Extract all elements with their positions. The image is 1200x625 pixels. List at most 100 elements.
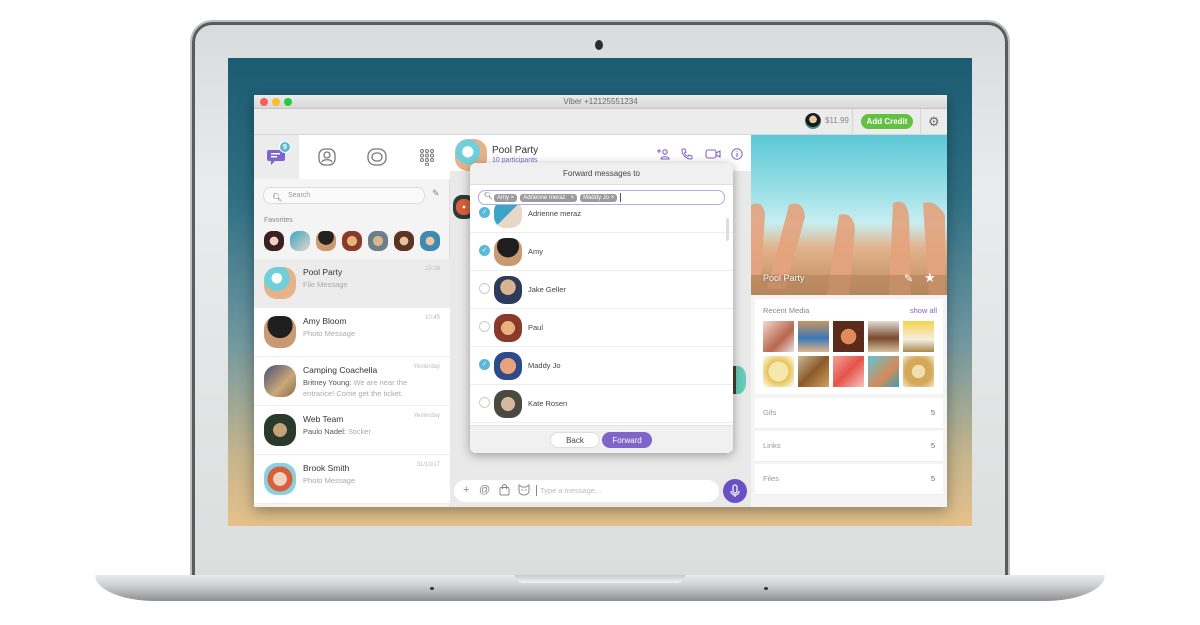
tab-public-chats[interactable] bbox=[354, 135, 399, 179]
back-button[interactable]: Back bbox=[550, 432, 600, 448]
close-window-button[interactable] bbox=[260, 98, 268, 106]
media-thumbnail[interactable] bbox=[833, 321, 864, 352]
chip-label: Adrienne meraz bbox=[523, 194, 566, 201]
media-thumbnail[interactable] bbox=[833, 356, 864, 387]
laptop-foot bbox=[430, 587, 434, 590]
stat-label: Gifs bbox=[763, 408, 777, 417]
checkbox-checked[interactable]: ✓ bbox=[479, 359, 490, 370]
webcam bbox=[595, 40, 603, 50]
laptop-notch bbox=[515, 575, 685, 583]
search-input[interactable]: 🔍︎ Search bbox=[263, 187, 425, 204]
chat-list-item[interactable]: Brook Smith Photo Message 31/10/17 bbox=[254, 455, 450, 504]
shopping-bag-icon[interactable] bbox=[499, 484, 510, 496]
plus-icon[interactable]: + bbox=[463, 484, 469, 497]
remove-chip-icon[interactable]: × bbox=[511, 195, 515, 201]
recipient-chip[interactable]: Maddy Jo × bbox=[580, 193, 618, 202]
stat-count: 5 bbox=[930, 441, 935, 450]
recipients-input[interactable]: 🔍︎ Amy × Adrienne meraz × Maddy Jo × bbox=[478, 190, 725, 205]
group-name: Pool Party bbox=[763, 273, 805, 283]
mention-icon[interactable]: @ bbox=[479, 484, 490, 497]
media-thumbnail[interactable] bbox=[798, 321, 829, 352]
tab-more[interactable] bbox=[404, 135, 449, 179]
microphone-button[interactable] bbox=[723, 479, 747, 503]
tab-chats[interactable]: 9 bbox=[254, 135, 299, 179]
chat-time: Yesterday bbox=[413, 364, 440, 370]
contact-avatar bbox=[494, 314, 522, 342]
favorite-contact[interactable] bbox=[368, 231, 388, 251]
checkbox-checked[interactable]: ✓ bbox=[479, 245, 490, 256]
chat-name: Amy Bloom bbox=[303, 316, 347, 326]
contact-row[interactable]: Kate Rosen bbox=[470, 385, 733, 423]
checkbox[interactable] bbox=[479, 397, 490, 408]
minimize-window-button[interactable] bbox=[272, 98, 280, 106]
gear-icon[interactable]: ⚙ bbox=[928, 114, 940, 129]
tab-contacts[interactable] bbox=[304, 135, 349, 179]
checkbox-checked[interactable]: ✓ bbox=[479, 207, 490, 218]
contact-row[interactable]: ✓ Adrienne meraz bbox=[470, 205, 733, 233]
favorite-contact[interactable] bbox=[420, 231, 440, 251]
video-call-icon[interactable] bbox=[705, 148, 721, 160]
compose-icon[interactable]: ✎ bbox=[432, 188, 440, 199]
contact-avatar bbox=[494, 276, 522, 304]
media-thumbnail[interactable] bbox=[868, 356, 899, 387]
favorite-contact[interactable] bbox=[316, 231, 336, 251]
chat-list-item[interactable]: Amy Bloom Photo Message 10:45 bbox=[254, 308, 450, 357]
contact-row[interactable]: ✓ Amy bbox=[470, 233, 733, 271]
info-icon[interactable] bbox=[731, 148, 743, 160]
chat-time: 10:45 bbox=[424, 315, 440, 321]
microphone-icon bbox=[730, 484, 740, 497]
chat-name: Web Team bbox=[303, 414, 344, 424]
recipient-chip[interactable]: Amy × bbox=[494, 193, 518, 202]
media-thumbnail[interactable] bbox=[798, 356, 829, 387]
recent-media-card: Recent Media show all bbox=[755, 299, 943, 394]
info-panel: Pool Party ✎ ★ Recent Media show all Gif… bbox=[751, 135, 947, 507]
chat-preview: Paulo Nadel: Sticker bbox=[303, 426, 428, 437]
user-avatar[interactable] bbox=[805, 113, 821, 129]
favorite-contact[interactable] bbox=[394, 231, 414, 251]
contact-name: Adrienne meraz bbox=[528, 209, 581, 218]
files-row[interactable]: Files 5 bbox=[755, 464, 943, 495]
message-composer[interactable]: + @ Type a message... bbox=[454, 480, 719, 502]
media-thumbnail[interactable] bbox=[903, 356, 934, 387]
forward-button[interactable]: Forward bbox=[602, 432, 652, 448]
media-thumbnail[interactable] bbox=[903, 321, 934, 352]
chat-time: 31/10/17 bbox=[416, 462, 440, 468]
recipient-chip[interactable]: Adrienne meraz × bbox=[520, 193, 578, 202]
contact-row[interactable]: Jake Geller bbox=[470, 271, 733, 309]
chat-list-item[interactable]: Web Team Paulo Nadel: Sticker Yesterday bbox=[254, 406, 450, 455]
remove-chip-icon[interactable]: × bbox=[571, 195, 575, 201]
gifs-row[interactable]: Gifs 5 bbox=[755, 398, 943, 429]
credit-balance: $11.99 bbox=[825, 116, 849, 125]
links-row[interactable]: Links 5 bbox=[755, 431, 943, 462]
media-thumbnail[interactable] bbox=[763, 321, 794, 352]
contact-row[interactable]: Paul bbox=[470, 309, 733, 347]
chat-time: 15:16 bbox=[424, 266, 440, 272]
media-thumbnail[interactable] bbox=[868, 321, 899, 352]
remove-chip-icon[interactable]: × bbox=[611, 195, 615, 201]
checkbox[interactable] bbox=[479, 321, 490, 332]
dialog-title: Forward messages to bbox=[470, 163, 733, 185]
chat-list-item[interactable]: Camping Coachella Britney Young: We are … bbox=[254, 357, 450, 406]
chat-preview: Photo Message bbox=[303, 476, 356, 485]
favorite-contact[interactable] bbox=[290, 231, 310, 251]
add-participant-icon[interactable] bbox=[656, 148, 670, 160]
add-credit-button[interactable]: Add Credit bbox=[861, 114, 913, 129]
contact-list-scrollbar[interactable] bbox=[726, 218, 729, 241]
favorite-contact[interactable] bbox=[342, 231, 362, 251]
message-input[interactable]: Type a message... bbox=[536, 485, 601, 496]
sticker-icon[interactable] bbox=[517, 484, 531, 496]
conversation-title: Pool Party bbox=[492, 145, 539, 156]
contact-name: Maddy Jo bbox=[528, 361, 561, 370]
edit-pencil-icon[interactable]: ✎ bbox=[904, 272, 913, 285]
contact-row[interactable]: ✓ Maddy Jo bbox=[470, 347, 733, 385]
chat-list-item[interactable]: Pool Party File Message 15:16 bbox=[254, 259, 450, 308]
favorite-contact[interactable] bbox=[264, 231, 284, 251]
cover-feet-illustration bbox=[751, 201, 947, 295]
contact-avatar bbox=[494, 352, 522, 380]
media-thumbnail[interactable] bbox=[763, 356, 794, 387]
zoom-window-button[interactable] bbox=[284, 98, 292, 106]
checkbox[interactable] bbox=[479, 283, 490, 294]
star-icon[interactable]: ★ bbox=[924, 270, 936, 286]
call-icon[interactable] bbox=[681, 148, 693, 160]
show-all-link[interactable]: show all bbox=[910, 306, 937, 315]
